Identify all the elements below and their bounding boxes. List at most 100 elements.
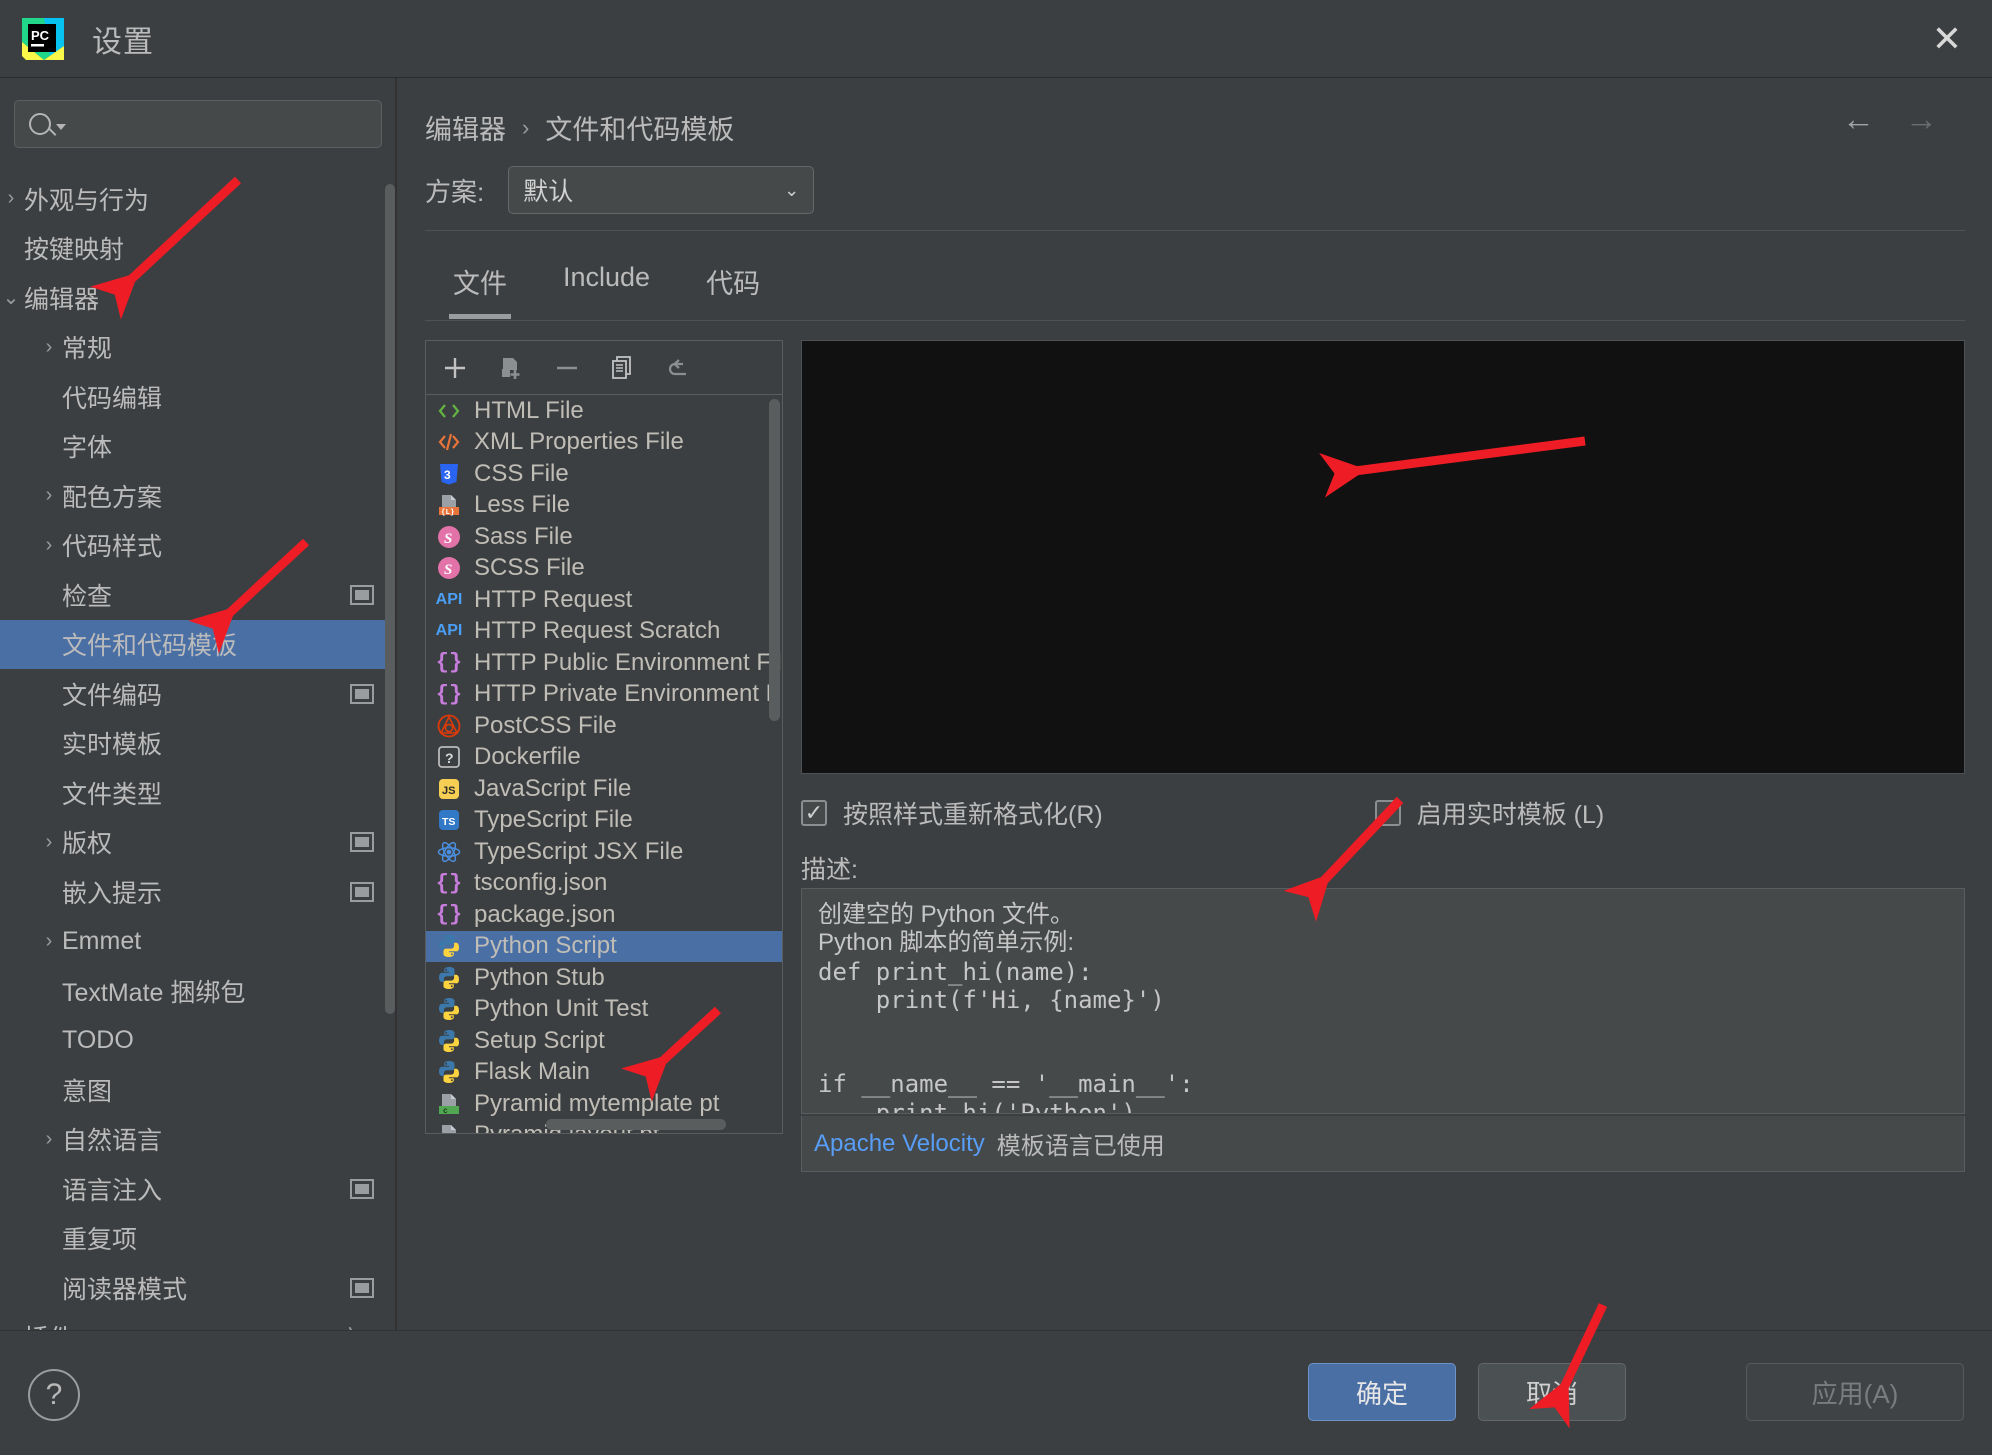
template-list-item[interactable]: 3 CSS File (426, 458, 782, 490)
breadcrumb: 编辑器 › 文件和代码模板 (425, 108, 734, 147)
template-list[interactable]: HTML File XML Properties File 3 CSS File {L}… (426, 395, 782, 1133)
template-list-item[interactable]: {} HTTP Private Environment File (426, 679, 782, 711)
forward-arrow-icon[interactable]: → (1905, 102, 1938, 135)
cancel-button[interactable]: 取消 (1478, 1363, 1626, 1421)
template-list-item[interactable]: TypeScript JSX File (426, 836, 782, 868)
template-list-item[interactable]: Setup Script (426, 1025, 782, 1057)
sidebar-item-11[interactable]: 实时模板 (0, 719, 396, 769)
chevron-right-icon[interactable]: › (36, 1128, 62, 1151)
template-list-item[interactable]: Python Script (426, 930, 782, 962)
template-list-item[interactable]: JS JavaScript File (426, 773, 782, 805)
duplicate-icon[interactable] (608, 353, 638, 383)
sidebar-item-17[interactable]: TODO (0, 1016, 396, 1066)
sidebar-item-10[interactable]: 文件编码 (0, 669, 396, 719)
scheme-select[interactable]: 默认 ⌄ (508, 166, 815, 214)
sidebar-item-1[interactable]: 按键映射 (0, 224, 396, 274)
back-arrow-icon[interactable]: ← (1842, 102, 1875, 135)
copy-template-icon[interactable] (496, 353, 526, 383)
template-preview-editor[interactable] (801, 340, 1965, 774)
settings-sidebar: › 外观与行为按键映射 ⌄ 编辑器 › 常规 代码编辑字体 › 配色方案 › 代码样式 检查 文件和代码… (0, 78, 396, 1330)
ts-file-icon: TS (436, 807, 462, 833)
reformat-checkbox[interactable] (801, 800, 827, 826)
description-line: Python 脚本的简单示例: (818, 929, 1075, 957)
template-list-item[interactable]: {} HTTP Public Environment File (426, 647, 782, 679)
search-input[interactable] (14, 100, 382, 148)
sidebar-item-13[interactable]: › 版权 (0, 818, 396, 868)
template-name: tsconfig.json (474, 869, 608, 897)
add-icon[interactable] (440, 353, 470, 383)
settings-badge-icon (350, 683, 374, 704)
template-list-item[interactable]: {L} Less File (426, 490, 782, 522)
sidebar-item-5[interactable]: 字体 (0, 422, 396, 472)
sidebar-item-label: 按键映射 (24, 236, 125, 265)
chameleon-file-icon: c (436, 1122, 462, 1133)
template-list-item[interactable]: Python Unit Test (426, 994, 782, 1026)
template-toolbar (426, 341, 782, 395)
template-name: TypeScript JSX File (474, 837, 684, 865)
remove-icon[interactable] (552, 353, 582, 383)
sidebar-item-7[interactable]: › 代码样式 (0, 521, 396, 571)
sidebar-item-22[interactable]: 阅读器模式 (0, 1263, 396, 1313)
sidebar-item-label: 意图 (62, 1077, 113, 1106)
template-list-item[interactable]: {} package.json (426, 899, 782, 931)
template-list-item[interactable]: S Sass File (426, 521, 782, 553)
template-list-scrollbar[interactable] (769, 399, 780, 721)
template-list-item[interactable]: XML Properties File (426, 427, 782, 459)
template-list-item[interactable]: {} tsconfig.json (426, 868, 782, 900)
sidebar-item-18[interactable]: 意图 (0, 1065, 396, 1115)
apply-button[interactable]: 应用(A) (1746, 1363, 1964, 1421)
sidebar-item-23[interactable]: 插件 文A (0, 1313, 396, 1330)
template-list-item[interactable]: ? Dockerfile (426, 742, 782, 774)
sidebar-item-19[interactable]: › 自然语言 (0, 1115, 396, 1165)
breadcrumb-parent[interactable]: 编辑器 (425, 108, 506, 147)
sidebar-item-20[interactable]: 语言注入 (0, 1164, 396, 1214)
scheme-label: 方案: (425, 176, 485, 207)
template-list-item[interactable]: API HTTP Request (426, 584, 782, 616)
ok-button[interactable]: 确定 (1308, 1363, 1456, 1421)
sidebar-item-12[interactable]: 文件类型 (0, 768, 396, 818)
description-line: print_hi('Python') (818, 1098, 1136, 1114)
chevron-right-icon[interactable]: › (36, 484, 62, 507)
template-list-item[interactable]: PostCSS File (426, 710, 782, 742)
chevron-right-icon[interactable]: › (36, 930, 62, 953)
sidebar-item-15[interactable]: › Emmet (0, 917, 396, 967)
help-button[interactable]: ? (28, 1369, 80, 1421)
sidebar-item-label: 字体 (62, 434, 113, 463)
reset-icon[interactable] (664, 353, 694, 383)
template-list-item[interactable]: Python Stub (426, 962, 782, 994)
sidebar-item-8[interactable]: 检查 (0, 570, 396, 620)
template-list-item[interactable]: TS TypeScript File (426, 805, 782, 837)
sidebar-item-3[interactable]: › 常规 (0, 323, 396, 373)
template-list-hscrollbar[interactable] (546, 1119, 726, 1130)
sidebar-item-2[interactable]: ⌄ 编辑器 (0, 273, 396, 323)
sidebar-item-16[interactable]: TextMate 捆绑包 (0, 966, 396, 1016)
template-name: HTTP Public Environment File (474, 648, 782, 676)
dialog-button-bar: ? 确定 取消 应用(A) (0, 1330, 1992, 1455)
tab-2[interactable]: 代码 (678, 248, 788, 319)
chevron-right-icon[interactable]: › (0, 187, 24, 210)
sidebar-scrollbar[interactable] (385, 184, 395, 1014)
sidebar-item-0[interactable]: › 外观与行为 (0, 174, 396, 224)
template-list-item[interactable]: Flask Main (426, 1057, 782, 1089)
tab-0[interactable]: 文件 (425, 248, 535, 319)
tab-1[interactable]: Include (535, 248, 678, 319)
chevron-down-icon[interactable]: ⌄ (0, 285, 24, 310)
template-list-item[interactable]: HTML File (426, 395, 782, 427)
sidebar-item-4[interactable]: 代码编辑 (0, 372, 396, 422)
close-icon[interactable]: ✕ (1924, 16, 1970, 62)
template-list-item[interactable]: c Pyramid mytemplate pt (426, 1088, 782, 1120)
description-label: 描述: (801, 856, 858, 884)
chevron-right-icon[interactable]: › (36, 534, 62, 557)
template-list-item[interactable]: API HTTP Request Scratch (426, 616, 782, 648)
sidebar-item-14[interactable]: 嵌入提示 (0, 867, 396, 917)
sidebar-item-21[interactable]: 重复项 (0, 1214, 396, 1264)
sidebar-item-9[interactable]: 文件和代码模板 (0, 619, 396, 669)
chevron-right-icon[interactable]: › (36, 336, 62, 359)
live-template-checkbox[interactable] (1374, 800, 1401, 826)
template-list-item[interactable]: S SCSS File (426, 553, 782, 585)
apache-velocity-link[interactable]: Apache Velocity (814, 1130, 985, 1158)
chevron-right-icon[interactable]: › (36, 831, 62, 854)
question-file-icon: ? (436, 744, 462, 770)
sidebar-item-6[interactable]: › 配色方案 (0, 471, 396, 521)
html-file-icon (436, 398, 462, 424)
